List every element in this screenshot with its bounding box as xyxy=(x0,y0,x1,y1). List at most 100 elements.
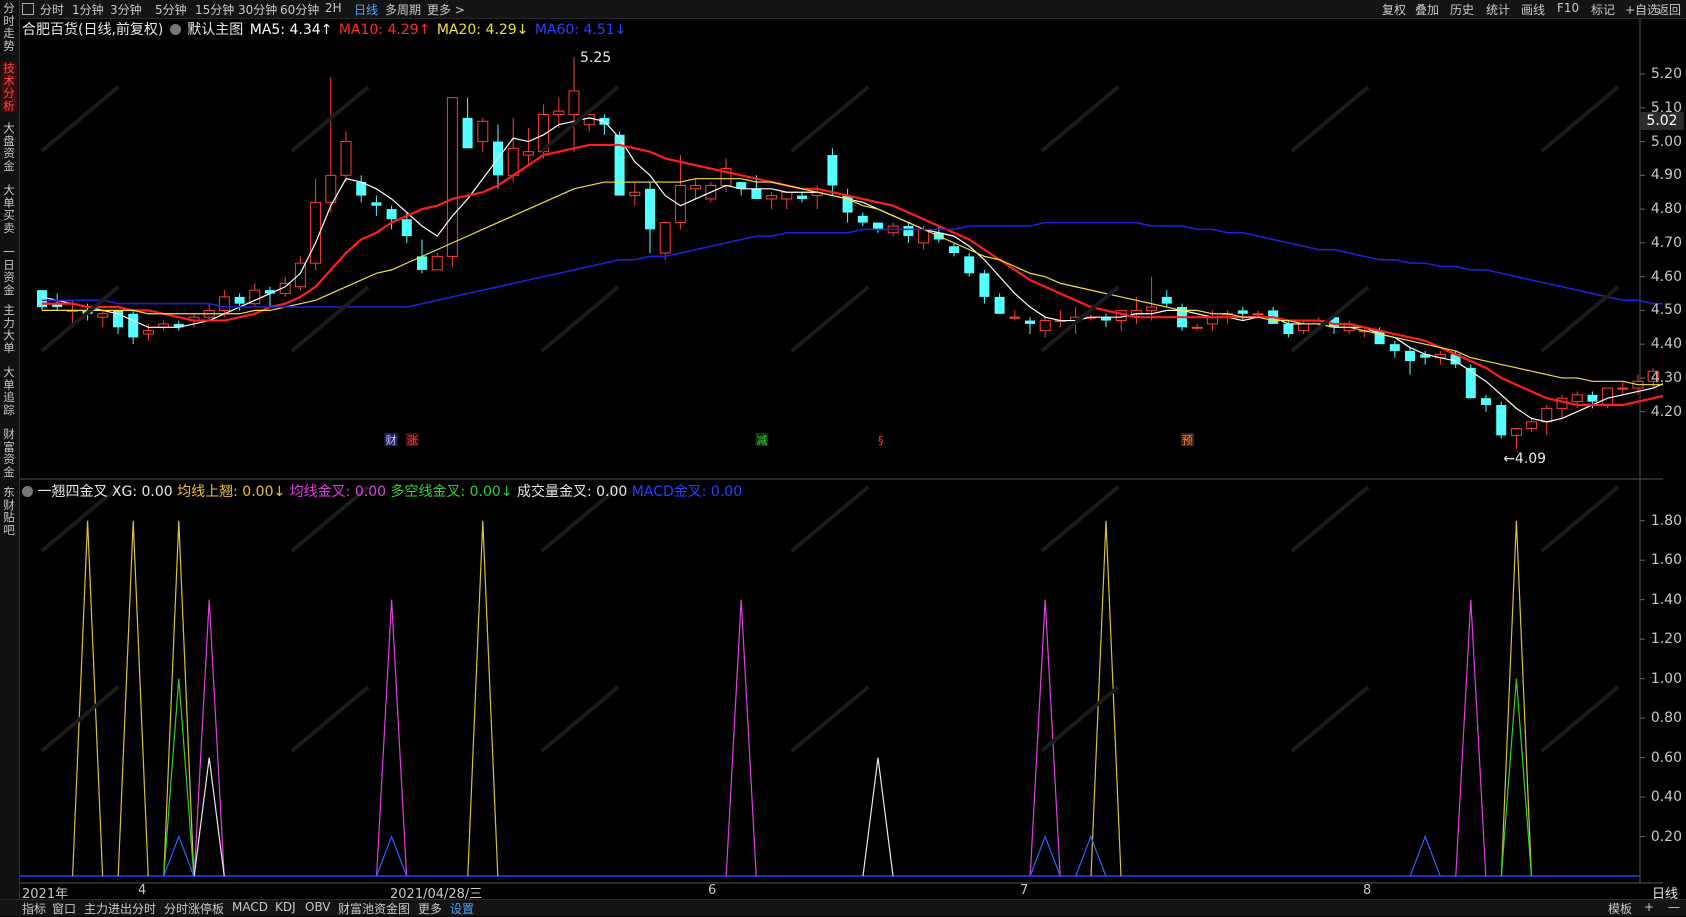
tab-9[interactable]: 多周期 xyxy=(385,1,421,18)
side-tab-5[interactable]: 主力大单 xyxy=(1,304,17,354)
bottom-tab-9[interactable]: 设置 xyxy=(450,900,474,917)
candle-body xyxy=(386,209,397,220)
tab-3[interactable]: 5分钟 xyxy=(155,1,187,18)
bottom-right-1[interactable]: + xyxy=(1644,900,1654,914)
indicator-spike xyxy=(117,520,149,877)
toolbar-btn-2[interactable]: 历史 xyxy=(1450,1,1474,18)
bottom-tab-1[interactable]: 窗口 xyxy=(52,900,76,917)
candle-body xyxy=(1617,387,1629,390)
candle-body xyxy=(1039,320,1051,332)
candle-body xyxy=(340,141,352,176)
candle-body xyxy=(477,120,489,143)
main-chart-legend: 合肥百货(日线,前复权) 默认主图 MA5: 4.34↑ MA10: 4.29↑… xyxy=(22,19,628,39)
tab-4[interactable]: 15分钟 xyxy=(195,1,234,18)
candle-body xyxy=(1481,398,1491,405)
left-side-tabs: 分时走势技术分析大盘资金大单买卖一日资金主力大单大单追踪财富资金东财贴吧 xyxy=(0,0,20,915)
low-price-label: ←4.09 xyxy=(1503,451,1546,467)
tab-1[interactable]: 1分钟 xyxy=(72,1,104,18)
indicator-name[interactable]: 一翘四金叉 xyxy=(37,484,107,500)
bottom-tab-8[interactable]: 更多 xyxy=(418,900,442,917)
tab-8[interactable]: 日线 xyxy=(354,1,378,18)
toolbar-btn-8[interactable]: 返回 xyxy=(1657,1,1681,18)
toolbar-btn-0[interactable]: 复权 xyxy=(1382,1,1406,18)
xg-value: XG: 0.00 xyxy=(111,484,173,500)
chart-canvas[interactable]: 5.25 ←4.09 财涨 减 § 预 xyxy=(20,19,1663,892)
side-tab-6[interactable]: 大单追踪 xyxy=(1,366,17,416)
toolbar-btn-6[interactable]: 标记 xyxy=(1591,1,1615,18)
indicator-spike xyxy=(376,834,408,877)
tab-6[interactable]: 60分钟 xyxy=(280,1,319,18)
indicator-spike xyxy=(72,520,104,877)
toolbar-btn-5[interactable]: F10 xyxy=(1557,1,1579,15)
jx-value: 均线上翘: 0.00↓ xyxy=(177,484,286,500)
candle-body xyxy=(431,255,443,271)
watermark xyxy=(1290,685,1370,753)
candle-body xyxy=(949,246,959,253)
candle-body xyxy=(1161,296,1172,304)
template-icon[interactable] xyxy=(169,24,181,35)
tab-toggle-icon[interactable] xyxy=(22,3,34,15)
tab-5[interactable]: 30分钟 xyxy=(238,1,277,18)
toolbar-btn-7[interactable]: +自选 xyxy=(1625,1,1659,18)
watermark xyxy=(1540,685,1620,753)
bottom-right-2[interactable]: — xyxy=(1668,900,1680,914)
watermark xyxy=(790,485,870,553)
tab-2[interactable]: 3分钟 xyxy=(110,1,142,18)
toolbar-btn-3[interactable]: 统计 xyxy=(1486,1,1510,18)
indicator-spike xyxy=(193,757,225,877)
candle-body xyxy=(1541,407,1553,423)
event-marker: 涨 xyxy=(407,434,418,447)
candle-body xyxy=(827,155,838,186)
high-price-label: 5.25 xyxy=(580,50,611,66)
indicator-settings-icon[interactable] xyxy=(22,486,33,497)
macd-value: MACD金叉: 0.00 xyxy=(631,484,743,500)
toolbar-btn-4[interactable]: 画线 xyxy=(1521,1,1545,18)
candle-body xyxy=(371,202,382,206)
indicator-spike xyxy=(1409,834,1441,877)
jxjc-value: 均线金叉: 0.00 xyxy=(289,484,387,500)
side-tab-2[interactable]: 大盘资金 xyxy=(1,122,17,172)
candle-body xyxy=(797,195,807,199)
bottom-tab-2[interactable]: 主力进出分时 xyxy=(84,900,156,917)
bottom-tab-6[interactable]: OBV xyxy=(305,900,331,914)
watermark xyxy=(1540,85,1620,153)
tab-7[interactable]: 2H xyxy=(325,1,342,15)
bottom-tab-4[interactable]: MACD xyxy=(232,900,268,914)
candle-body xyxy=(1283,323,1294,335)
candle-body xyxy=(781,191,793,200)
indicator-spike xyxy=(163,834,195,877)
template-label[interactable]: 默认主图 xyxy=(187,22,243,38)
candle-body xyxy=(1009,316,1021,319)
tab-0[interactable]: 分时 xyxy=(40,1,64,18)
side-tab-4[interactable]: 一日资金 xyxy=(1,246,17,296)
tab-10[interactable]: 更多 > xyxy=(427,1,465,18)
candle-body xyxy=(766,195,778,200)
side-tab-1[interactable]: 技术分析 xyxy=(1,62,17,112)
side-tab-3[interactable]: 大单买卖 xyxy=(1,184,17,234)
date-tick: 6 xyxy=(708,883,717,898)
candle-body xyxy=(128,313,139,338)
watermark xyxy=(1540,285,1620,353)
candle-body xyxy=(218,296,230,311)
watermark xyxy=(40,285,120,353)
side-tab-8[interactable]: 东财贴吧 xyxy=(1,486,17,536)
ma5-value: MA5: 4.34↑ xyxy=(249,22,333,38)
bottom-tab-7[interactable]: 财富池资金图 xyxy=(338,900,410,917)
candle-body xyxy=(690,184,702,190)
side-tab-0[interactable]: 分时走势 xyxy=(1,2,17,52)
candle-body xyxy=(1510,428,1522,436)
ma10-value: MA10: 4.29↑ xyxy=(338,22,431,38)
candle-body xyxy=(1405,350,1415,362)
indicator-spike xyxy=(725,599,757,877)
bottom-tab-0[interactable]: 指标 xyxy=(22,900,46,917)
bottom-tab-5[interactable]: KDJ xyxy=(275,900,296,914)
bottom-tab-3[interactable]: 分时涨停板 xyxy=(164,900,224,917)
bottom-right-0[interactable]: 模板 xyxy=(1608,900,1632,917)
stock-title[interactable]: 合肥百货(日线,前复权) xyxy=(22,22,163,38)
side-tab-7[interactable]: 财富资金 xyxy=(1,428,17,478)
toolbar-btn-1[interactable]: 叠加 xyxy=(1415,1,1439,18)
candle-body xyxy=(1146,306,1158,311)
candle-body xyxy=(553,110,565,116)
event-marker: 预 xyxy=(1182,434,1193,447)
indicator-legend: 一翘四金叉 XG: 0.00 均线上翘: 0.00↓ 均线金叉: 0.00 多空… xyxy=(22,481,742,501)
